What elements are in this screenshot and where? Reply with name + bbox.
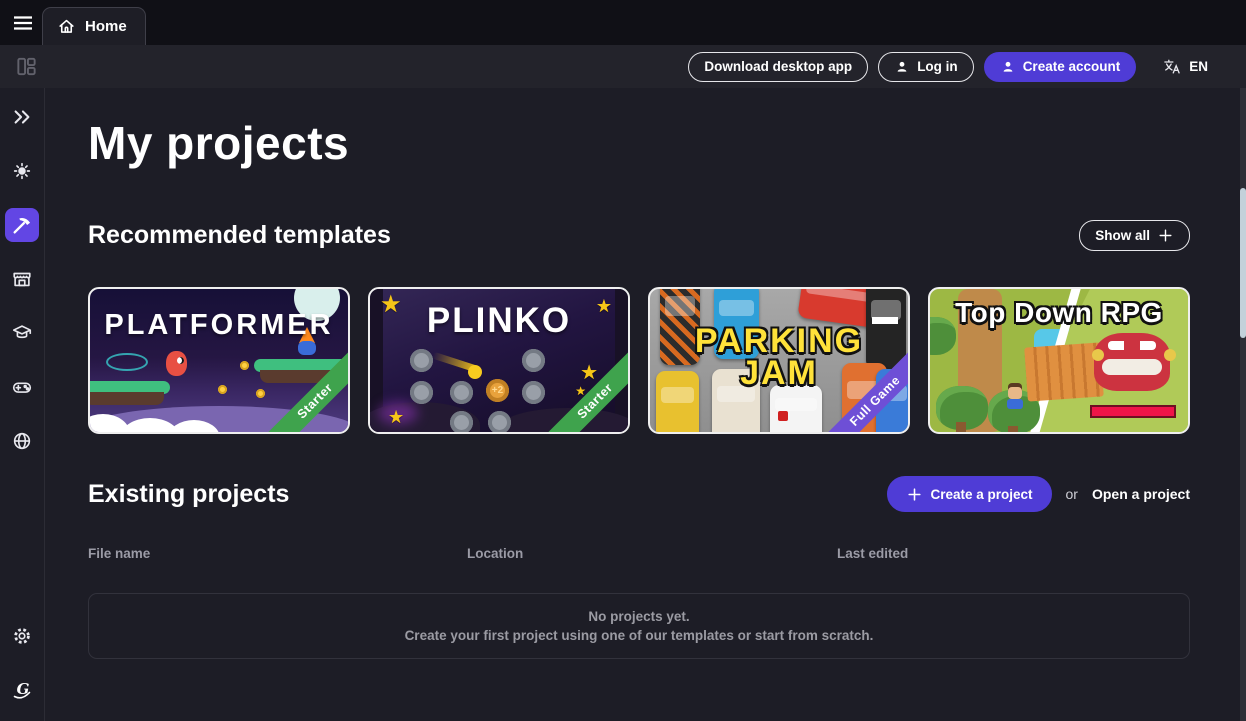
boss-monster-art — [1164, 349, 1176, 361]
download-button-label: Download desktop app — [704, 59, 852, 74]
coin-art — [256, 389, 265, 398]
player-character-art — [166, 351, 187, 376]
flame-enemy-art — [298, 341, 316, 355]
translate-icon — [1162, 57, 1182, 77]
page-title: My projects — [88, 116, 1190, 170]
template-card-platformer[interactable]: PLATFORMER Starter — [88, 287, 350, 434]
expand-sidebar-icon[interactable] — [5, 100, 39, 134]
show-all-label: Show all — [1095, 228, 1150, 243]
create-project-label: Create a project — [930, 487, 1032, 502]
templates-heading: Recommended templates — [88, 221, 391, 250]
scrollbar-thumb[interactable] — [1240, 188, 1246, 338]
eye-art — [106, 353, 148, 371]
peg-art — [488, 411, 511, 434]
community-globe-icon[interactable] — [5, 424, 39, 458]
template-cards-row: PLATFORMER Starter +2 — [88, 287, 1190, 434]
tree-art — [1008, 426, 1018, 434]
shop-storefront-icon[interactable] — [5, 262, 39, 296]
empty-projects-placeholder: No projects yet. Create your first proje… — [88, 593, 1190, 659]
learn-graduation-cap-icon[interactable] — [5, 316, 39, 350]
card-title: PLATFORMER — [90, 309, 348, 342]
empty-subtitle: Create your first project using one of o… — [405, 628, 874, 643]
login-button-label: Log in — [917, 59, 958, 74]
peg-art — [410, 349, 433, 372]
coin-art — [240, 361, 249, 370]
star-icon: ★ — [388, 408, 404, 426]
plus-icon — [906, 486, 923, 503]
bonus-peg-art: +2 — [486, 379, 509, 402]
show-all-button[interactable]: Show all — [1079, 220, 1190, 251]
ball-art — [468, 365, 482, 379]
card-title: PLINKO — [370, 301, 628, 341]
star-icon: ★ — [580, 363, 598, 383]
column-last-edited: Last edited — [837, 546, 1190, 561]
ambulance-art — [770, 385, 822, 434]
projects-table-header: File name Location Last edited — [88, 546, 1190, 561]
card-title-line1: PARKING — [650, 325, 908, 357]
main-content: My projects Recommended templates Show a… — [45, 88, 1246, 721]
scrollbar-track[interactable] — [1240, 88, 1246, 721]
create-account-button[interactable]: Create account — [984, 52, 1137, 82]
person-icon — [1000, 59, 1016, 75]
boss-monster-art — [1094, 333, 1170, 391]
card-title: Top Down RPG — [930, 297, 1188, 329]
create-project-button[interactable]: Create a project — [887, 476, 1051, 512]
template-card-plinko[interactable]: +2 ★ ★ ★ ★ ★ ★ PLINKO Starter — [368, 287, 630, 434]
plus-icon — [1157, 227, 1174, 244]
settings-gear-icon[interactable] — [5, 619, 39, 653]
card-title-line2: JAM — [650, 357, 908, 389]
gdevelop-logo-icon[interactable]: G — [5, 673, 39, 707]
tree-art — [956, 422, 966, 434]
peg-art — [410, 381, 433, 404]
open-project-button[interactable]: Open a project — [1092, 486, 1190, 502]
tab-home-label: Home — [85, 18, 127, 35]
character-art — [1007, 399, 1023, 409]
gdevelop-app: Home Download desktop app Log in — [0, 0, 1246, 721]
template-card-top-down-rpg[interactable]: Top Down RPG — [928, 287, 1190, 434]
empty-title: No projects yet. — [588, 609, 689, 624]
download-desktop-app-button[interactable]: Download desktop app — [688, 52, 868, 82]
peg-art — [522, 349, 545, 372]
peg-art — [450, 381, 473, 404]
coin-art — [218, 385, 227, 394]
tab-home[interactable]: Home — [42, 7, 146, 45]
get-started-sun-icon[interactable] — [5, 154, 39, 188]
template-card-parking-jam[interactable]: PARKING JAM Full Game — [648, 287, 910, 434]
card-title: PARKING JAM — [650, 325, 908, 390]
language-selector[interactable]: EN — [1162, 57, 1208, 77]
sidebar: G — [0, 88, 45, 721]
toolbar: Download desktop app Log in Create accou… — [0, 45, 1246, 88]
build-pickaxe-icon[interactable] — [5, 208, 39, 242]
platform-art — [88, 381, 170, 394]
play-gamepad-icon[interactable] — [5, 370, 39, 404]
health-bar-art — [1090, 405, 1176, 418]
person-icon — [894, 59, 910, 75]
or-text: or — [1064, 486, 1080, 502]
character-art — [1008, 387, 1022, 399]
column-location: Location — [467, 546, 837, 561]
peg-art — [522, 381, 545, 404]
login-button[interactable]: Log in — [878, 52, 974, 82]
peg-art — [450, 411, 473, 434]
panel-layout-icon[interactable] — [9, 50, 43, 84]
hamburger-menu-icon[interactable] — [6, 6, 40, 40]
tab-bar: Home — [0, 0, 1246, 45]
language-label: EN — [1189, 59, 1208, 74]
create-account-button-label: Create account — [1023, 59, 1121, 74]
existing-projects-heading: Existing projects — [88, 480, 875, 509]
boss-monster-art — [1092, 349, 1104, 361]
column-file-name: File name — [88, 546, 467, 561]
home-icon — [57, 17, 76, 36]
